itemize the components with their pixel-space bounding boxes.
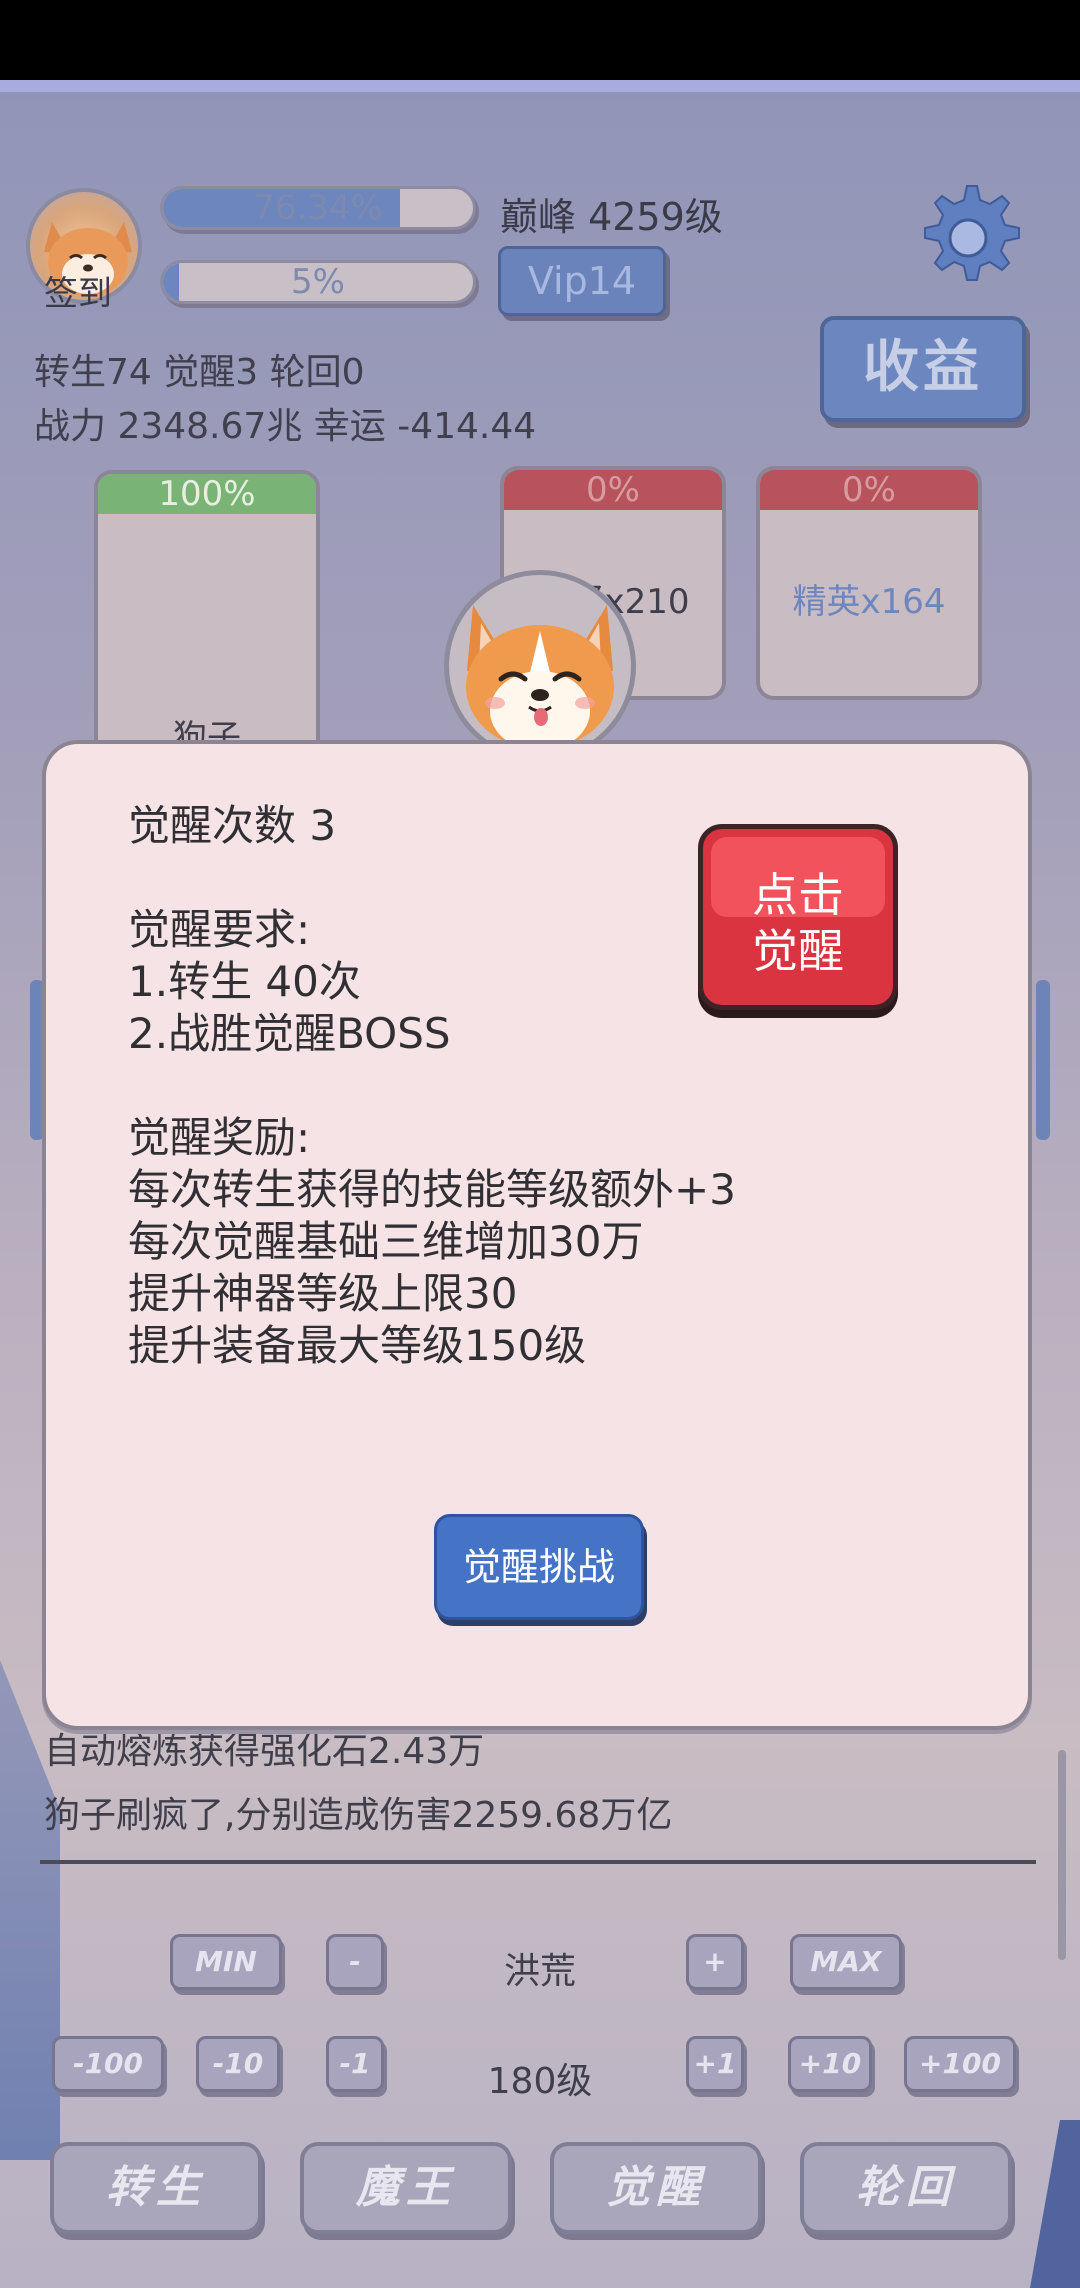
plus-button[interactable]: +	[686, 1934, 744, 1990]
income-button[interactable]: 收益	[820, 316, 1026, 422]
card-elite[interactable]: 0% 精英x164	[756, 466, 982, 700]
stats-line-1: 转生74 觉醒3 轮回0	[34, 352, 365, 393]
top-border	[0, 80, 1080, 92]
peak-level: 巅峰 4259级	[500, 195, 723, 239]
requirement-item: 1.转生 40次	[128, 957, 361, 1006]
min-button[interactable]: MIN	[170, 1934, 282, 1990]
status-bar	[0, 0, 1080, 80]
requirements-title: 觉醒要求:	[128, 905, 311, 954]
corgi-face-icon	[466, 605, 614, 751]
checkin-label[interactable]: 签到	[44, 266, 112, 315]
rebirth-button[interactable]: 转生	[50, 2142, 262, 2234]
card-dog[interactable]: 100% 狗子	[94, 470, 320, 770]
right-edge-tab	[1036, 980, 1050, 1140]
exp-progress-text: 76.34%	[253, 188, 383, 228]
log-line: 狗子刷疯了,分别造成伤害2259.68万亿	[44, 1795, 673, 1836]
secondary-progress-text: 5%	[291, 262, 345, 302]
battle-log[interactable]: 自动熔炼获得强化石2.43万 狗子刷疯了,分别造成伤害2259.68万亿	[44, 1720, 1034, 1870]
max-button[interactable]: MAX	[790, 1934, 902, 1990]
divider	[40, 1860, 1036, 1864]
card-dog-percent: 100%	[98, 474, 316, 514]
plus-1-button[interactable]: +1	[686, 2036, 744, 2092]
secondary-progress-bar: 5%	[160, 260, 476, 304]
gear-icon	[924, 185, 1020, 281]
awaken-info: 觉醒次数 3 觉醒要求: 1.转生 40次 2.战胜觉醒BOSS 觉醒奖励: 每…	[128, 800, 736, 1372]
player-stats: 转生74 觉醒3 轮回0 战力 2348.67兆 幸运 -414.44	[34, 346, 536, 454]
requirement-item: 2.战胜觉醒BOSS	[128, 1009, 451, 1058]
stage-level-label: 180级	[487, 2061, 593, 2102]
stats-line-2: 战力 2348.67兆 幸运 -414.44	[34, 406, 537, 447]
plus-100-button[interactable]: +100	[904, 2036, 1016, 2092]
card-elite-name: 精英x164	[792, 582, 946, 622]
reward-item: 每次转生获得的技能等级额外+3	[128, 1165, 736, 1214]
difficulty-label: 洪荒	[503, 1951, 576, 1992]
reward-item: 提升神器等级上限30	[128, 1269, 518, 1318]
rewards-title: 觉醒奖励:	[128, 1113, 311, 1162]
awaken-button-label: 点击 觉醒	[752, 868, 844, 978]
reward-item: 提升装备最大等级150级	[128, 1321, 587, 1370]
settings-button[interactable]	[910, 180, 1026, 296]
demon-king-button[interactable]: 魔王	[300, 2142, 512, 2234]
card-minion-percent: 0%	[504, 470, 722, 510]
log-scrollbar[interactable]	[1058, 1750, 1066, 1960]
reward-item: 每次觉醒基础三维增加30万	[128, 1217, 644, 1266]
minus-10-button[interactable]: -10	[196, 2036, 280, 2092]
plus-10-button[interactable]: +10	[788, 2036, 872, 2092]
awaken-tab-button[interactable]: 觉醒	[550, 2142, 762, 2234]
awaken-count: 觉醒次数 3	[128, 801, 337, 850]
dog-portrait	[444, 570, 636, 762]
card-elite-percent: 0%	[760, 470, 978, 510]
exp-progress-bar: 76.34%	[160, 186, 476, 230]
reincarnation-button[interactable]: 轮回	[800, 2142, 1012, 2234]
minus-1-button[interactable]: -1	[326, 2036, 384, 2092]
minus-100-button[interactable]: -100	[52, 2036, 164, 2092]
awaken-dialog: 觉醒次数 3 觉醒要求: 1.转生 40次 2.战胜觉醒BOSS 觉醒奖励: 每…	[42, 740, 1032, 1730]
vip-button[interactable]: Vip14	[498, 246, 666, 316]
awaken-challenge-button[interactable]: 觉醒挑战	[434, 1514, 644, 1620]
awaken-button[interactable]: 点击 觉醒	[698, 824, 898, 1010]
minus-button[interactable]: -	[326, 1934, 384, 1990]
